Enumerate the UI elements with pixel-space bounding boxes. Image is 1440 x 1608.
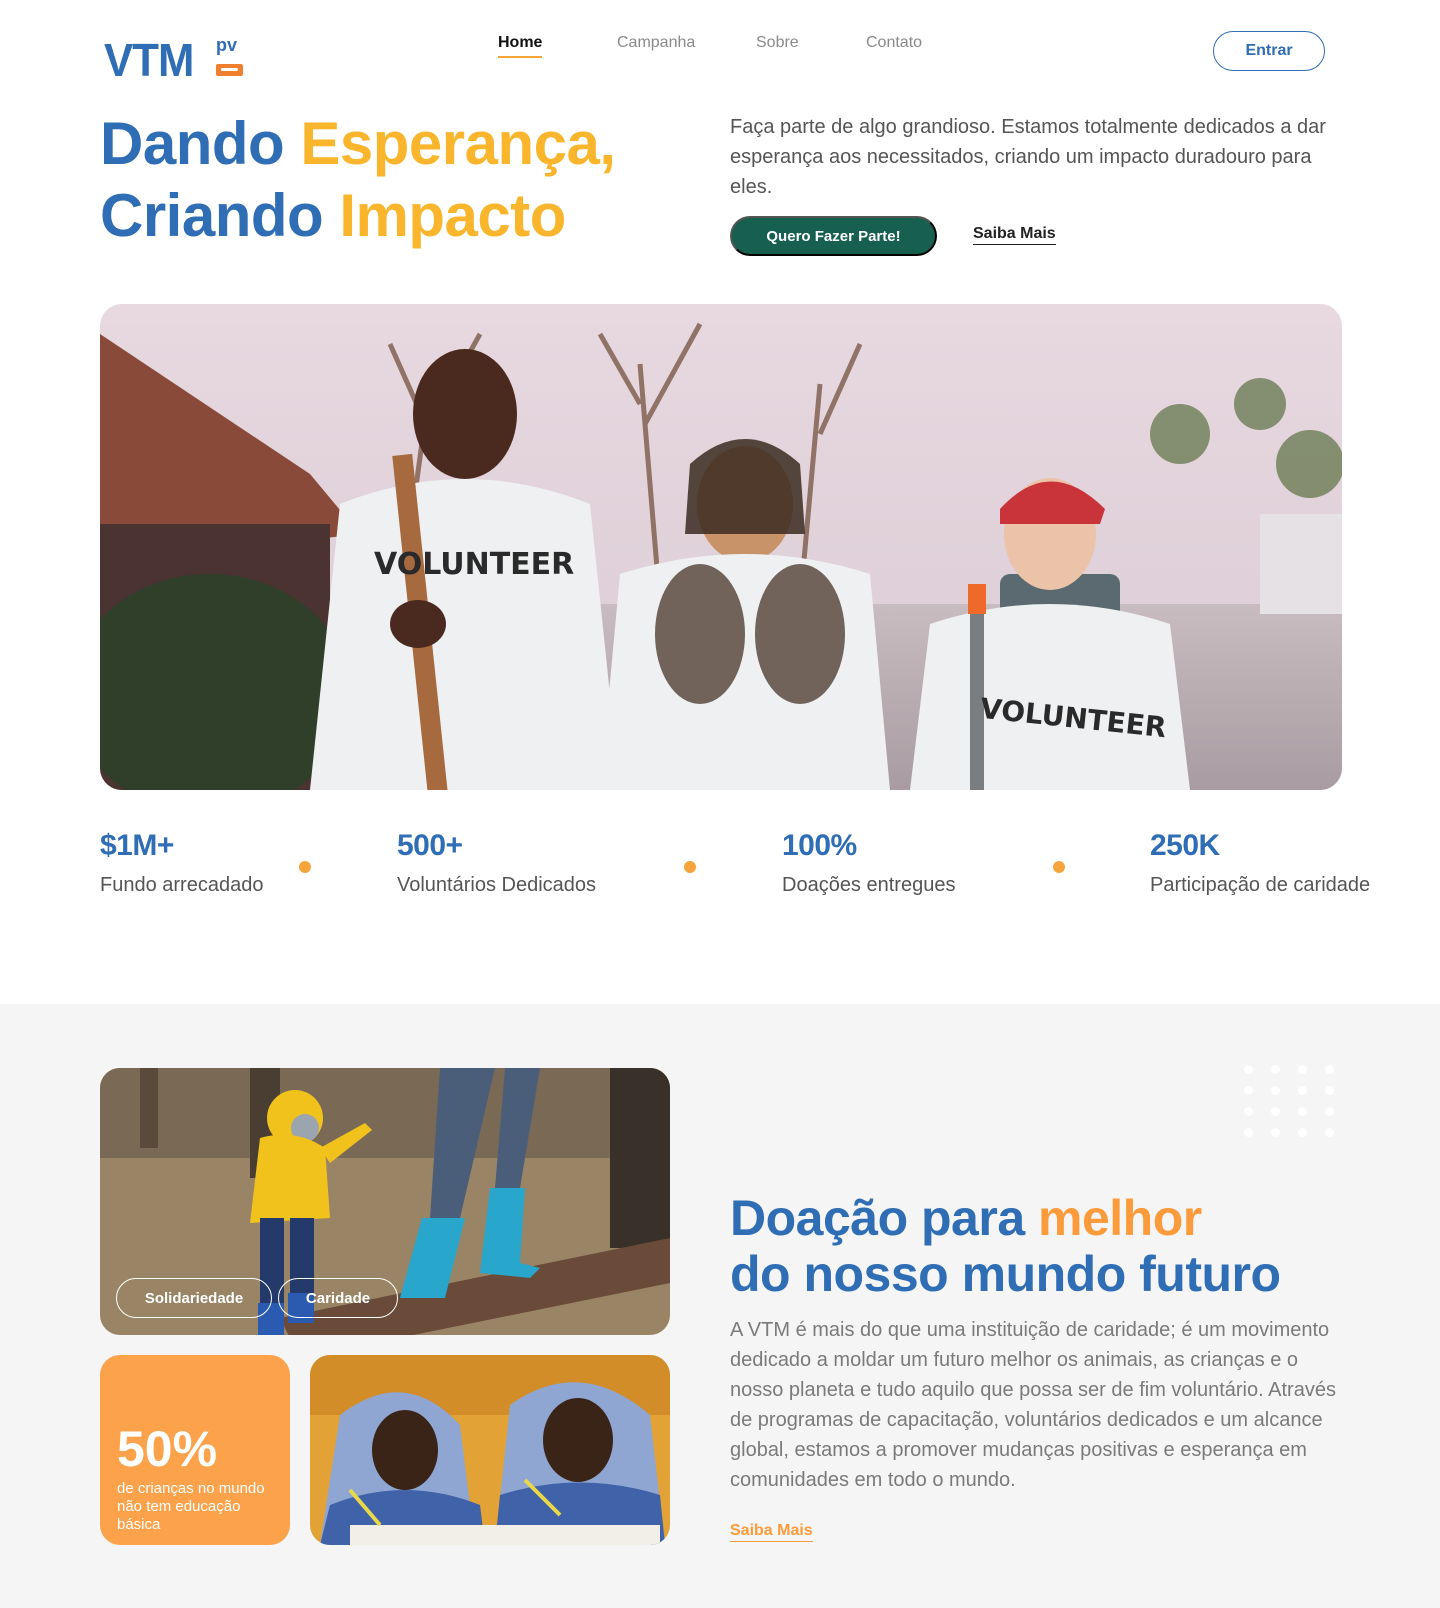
- logo-mark-icon: [216, 64, 243, 76]
- logo-wordmark: VTM: [104, 34, 194, 86]
- donation-title-part1: Doação para: [730, 1190, 1039, 1246]
- nav-item-sobre[interactable]: Sobre: [756, 32, 799, 54]
- hero-title-part2: Criando: [100, 182, 340, 249]
- donation-title-part2: do nosso mundo futuro: [730, 1246, 1281, 1302]
- stat-value: 250K: [1150, 829, 1220, 862]
- vtm-logo[interactable]: VTM pv: [104, 34, 244, 86]
- stat-label: Doações entregues: [782, 874, 956, 896]
- stat-separator-dot: [1053, 861, 1065, 873]
- education-stat-card: 50% de crianças no mundo não tem educaçã…: [100, 1355, 290, 1545]
- logo-superscript: pv: [216, 35, 238, 55]
- donation-title: Doação para melhor do nosso mundo futuro: [730, 1190, 1281, 1302]
- students-photo: [310, 1355, 670, 1545]
- stat-separator-dot: [299, 861, 311, 873]
- stat-label: Fundo arrecadado: [100, 874, 264, 896]
- decorative-dot-grid: [1244, 1065, 1354, 1145]
- hero-title-accent2: Impacto: [339, 182, 566, 249]
- hero-title-part1: Dando: [100, 110, 301, 177]
- stat-value: $1M+: [100, 829, 174, 862]
- tag-solidariedade[interactable]: Solidariedade: [116, 1278, 272, 1318]
- hero-volunteers-photo: VOLUNTEER VOLUNTEER: [100, 304, 1342, 790]
- stat-separator-dot: [684, 861, 696, 873]
- stat-label: Participação de caridade: [1150, 874, 1371, 896]
- students-illustration: [310, 1355, 670, 1545]
- hero-description: Faça parte de algo grandioso. Estamos to…: [730, 116, 1326, 198]
- donation-description: A VTM é mais do que uma instituição de c…: [730, 1319, 1336, 1491]
- education-stat-label: de crianças no mundo não tem educação bá…: [117, 1480, 265, 1533]
- stat-funds: $1M+ Fundo arrecadado: [100, 828, 263, 898]
- stat-label: Voluntários Dedicados: [397, 874, 597, 896]
- stat-volunteers: 500+ Voluntários Dedicados: [397, 828, 596, 898]
- stat-donations: 100% Doações entregues: [782, 828, 955, 898]
- learn-more-link[interactable]: Saiba Mais: [973, 225, 1056, 245]
- stat-value: 100%: [782, 829, 857, 862]
- volunteers-illustration: VOLUNTEER VOLUNTEER: [100, 304, 1342, 790]
- stat-value: 500+: [397, 829, 463, 862]
- shirt-text-1: VOLUNTEER: [374, 547, 574, 582]
- nav-item-campanha[interactable]: Campanha: [617, 32, 695, 54]
- login-button[interactable]: Entrar: [1213, 31, 1325, 71]
- donation-learn-more-link[interactable]: Saiba Mais: [730, 1522, 813, 1542]
- site-header: VTM pv Home Campanha Sobre Contato Entra…: [0, 0, 1440, 100]
- nav-item-contato[interactable]: Contato: [866, 32, 922, 54]
- donation-title-accent: melhor: [1038, 1190, 1202, 1246]
- nav-item-home[interactable]: Home: [498, 32, 543, 58]
- hero-title: Dando Esperança, Criando Impacto: [100, 108, 616, 252]
- stat-participation: 250K Participação de caridade: [1150, 828, 1370, 898]
- tag-caridade[interactable]: Caridade: [278, 1278, 398, 1318]
- join-button[interactable]: Quero Fazer Parte!: [730, 216, 937, 256]
- hero-title-accent1: Esperança,: [300, 110, 616, 177]
- education-stat-value: 50%: [117, 1421, 218, 1477]
